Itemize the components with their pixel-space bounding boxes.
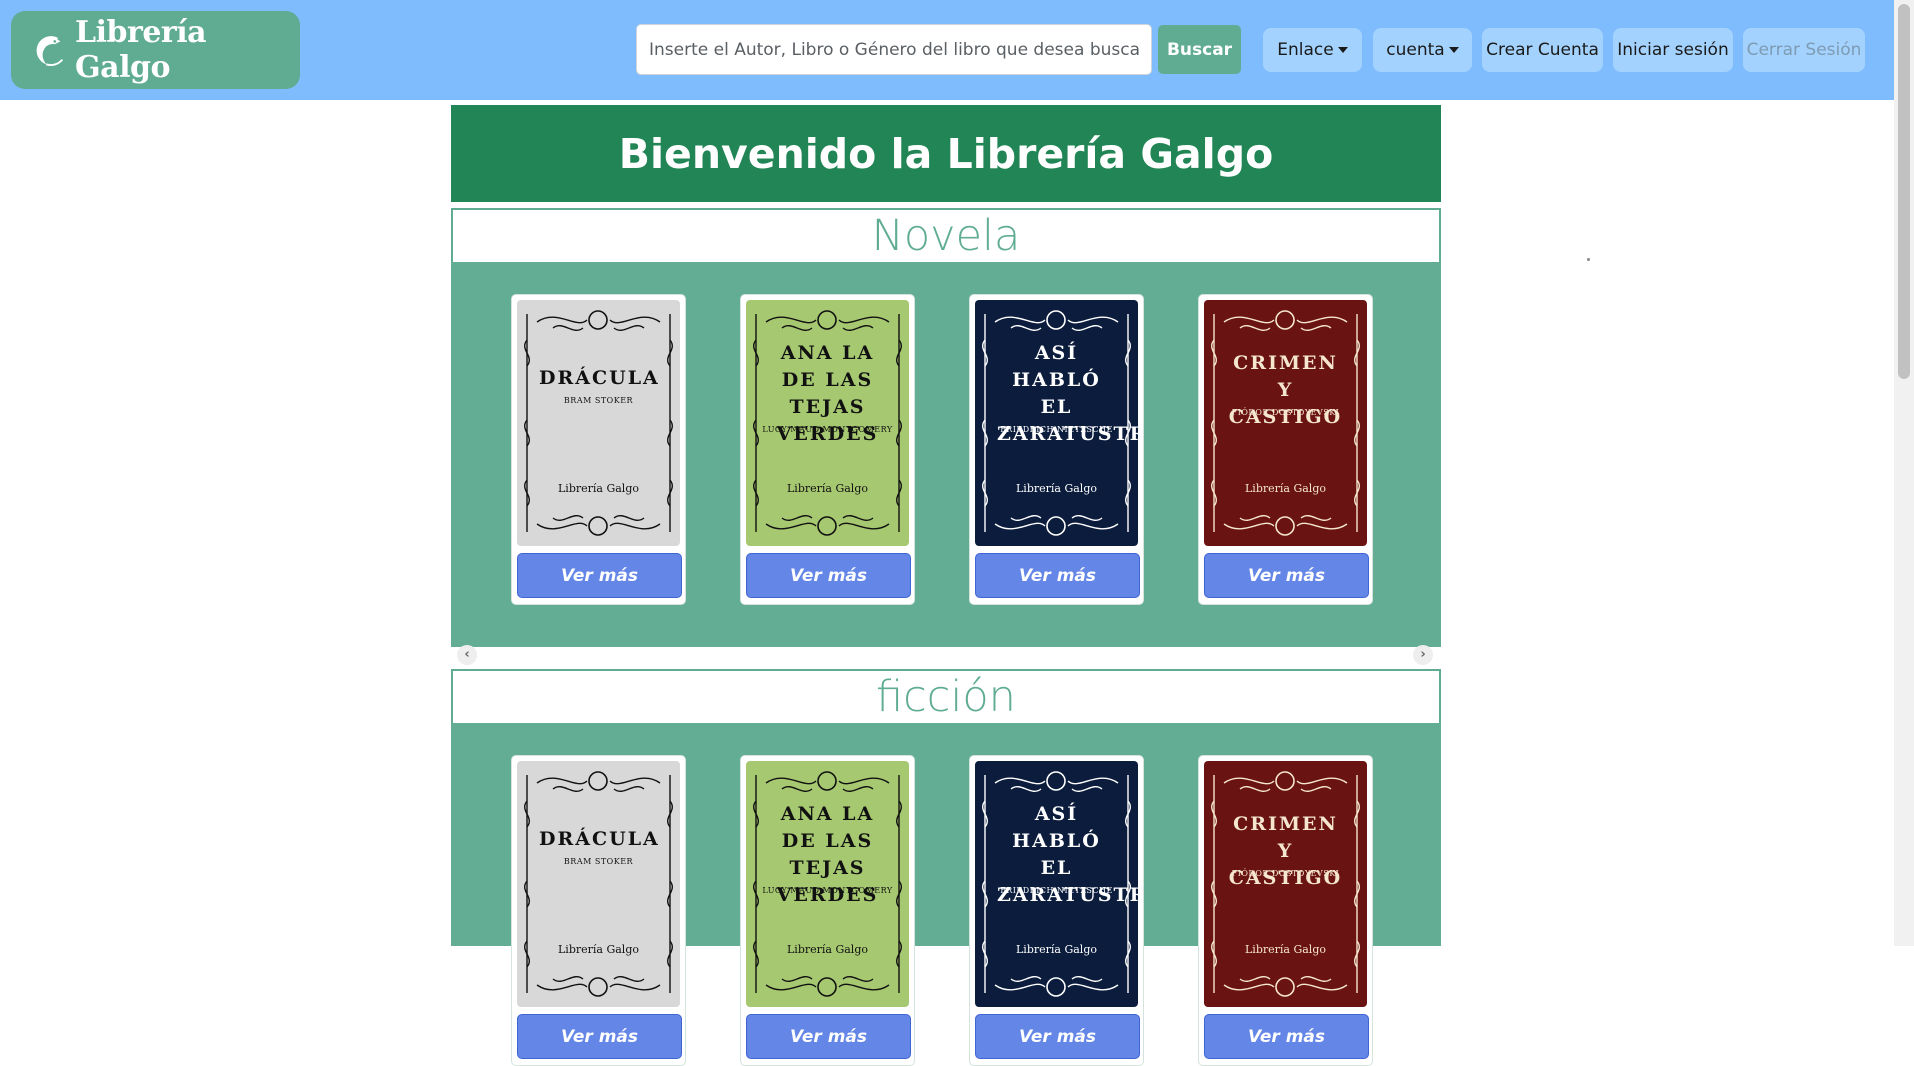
book-author: FIÓDOR DOSTOYEVSKI xyxy=(1231,408,1340,417)
carousel-next-button[interactable]: › xyxy=(1413,645,1433,665)
welcome-title: Bienvenido la Librería Galgo xyxy=(618,129,1274,178)
book-author: FIÓDOR DOSTOYEVSKI xyxy=(1231,869,1340,878)
book-publisher: Librería Galgo xyxy=(558,943,639,956)
book-card: ASÍ HABLÓ EL ZARATUSTRAFRIEDRICH NIETZSC… xyxy=(969,294,1144,605)
brand-logo[interactable]: Librería Galgo xyxy=(11,11,300,89)
cover-ornament xyxy=(524,310,673,536)
ver-mas-button[interactable]: Ver más xyxy=(975,1014,1140,1059)
ver-mas-button[interactable]: Ver más xyxy=(1204,1014,1369,1059)
book-cover[interactable]: CRIMEN Y CASTIGO FIÓDOR DOSTOYEVSKI Librer… xyxy=(1204,761,1367,1007)
section-title: ficción xyxy=(876,672,1016,722)
book-card: CRIMEN Y CASTIGO FIÓDOR DOSTOYEVSKI Librer… xyxy=(1198,294,1373,605)
scrollbar-thumb[interactable] xyxy=(1898,4,1910,379)
book-title: CRIMEN Y CASTIGO xyxy=(1228,352,1343,428)
section-header: ficción xyxy=(451,669,1441,723)
book-title: CRIMEN Y CASTIGO xyxy=(1228,813,1343,889)
book-author: LUCY MAUD MONTGOMERY xyxy=(762,425,893,434)
book-publisher: Librería Galgo xyxy=(1016,943,1097,956)
book-card: ANA LA DE LAS TEJAS VERDES LUCY MAUD MONT… xyxy=(740,755,915,1066)
book-title: DRÁCULA xyxy=(539,367,660,389)
book-publisher: Librería Galgo xyxy=(1245,943,1326,956)
page-scrollbar[interactable] xyxy=(1894,0,1914,946)
cuenta-label: cuenta xyxy=(1386,40,1445,60)
ver-mas-button[interactable]: Ver más xyxy=(746,1014,911,1059)
book-card: DRÁCULA BRAM STOKER Librería Galgo Ver más xyxy=(511,755,686,1066)
caret-down-icon xyxy=(1337,47,1348,53)
book-cover[interactable]: DRÁCULA BRAM STOKER Librería Galgo xyxy=(517,300,680,546)
carousel-prev-button[interactable]: ‹ xyxy=(457,645,477,665)
book-cover[interactable]: ANA LA DE LAS TEJAS VERDES LUCY MAUD MONT… xyxy=(746,761,909,1007)
book-author: BRAM STOKER xyxy=(563,396,634,405)
book-publisher: Librería Galgo xyxy=(787,943,868,956)
book-card: DRÁCULA BRAM STOKER Librería Galgo Ver más xyxy=(511,294,686,605)
ver-mas-button[interactable]: Ver más xyxy=(746,553,911,598)
book-author: LUCY MAUD MONTGOMERY xyxy=(762,886,893,895)
section-header: Novela xyxy=(451,208,1441,262)
enlace-dropdown[interactable]: Enlace xyxy=(1263,28,1362,72)
book-card: CRIMEN Y CASTIGO FIÓDOR DOSTOYEVSKI Librer… xyxy=(1198,755,1373,1066)
section-novela: Novela DRÁCULA BRAM STOKER Librería Galgo V… xyxy=(451,208,1441,665)
book-publisher: Librería Galgo xyxy=(1245,482,1326,495)
cuenta-dropdown[interactable]: cuenta xyxy=(1373,28,1472,72)
search-button[interactable]: Buscar xyxy=(1158,25,1241,74)
cerrar-sesion-link: Cerrar Sesión xyxy=(1743,28,1865,72)
ver-mas-button[interactable]: Ver más xyxy=(1204,553,1369,598)
book-publisher: Librería Galgo xyxy=(787,482,868,495)
book-author: FRIEDRICH NIETZSCHE xyxy=(1000,425,1113,434)
book-card: ANA LA DE LAS TEJAS VERDES LUCY MAUD MONT… xyxy=(740,294,915,605)
ver-mas-button[interactable]: Ver más xyxy=(517,1014,682,1059)
book-publisher: Librería Galgo xyxy=(558,482,639,495)
book-cover[interactable]: ANA LA DE LAS TEJAS VERDES LUCY MAUD MONT… xyxy=(746,300,909,546)
book-author: FRIEDRICH NIETZSCHE xyxy=(1000,886,1113,895)
book-author: BRAM STOKER xyxy=(563,857,634,866)
brand-name: Librería Galgo xyxy=(75,15,207,85)
iniciar-sesion-link[interactable]: Iniciar sesión xyxy=(1613,28,1733,72)
section-title: Novela xyxy=(871,211,1021,261)
book-publisher: Librería Galgo xyxy=(1016,482,1097,495)
book-cover[interactable]: ASÍ HABLÓ EL ZARATUSTRAFRIEDRICH NIETZSC… xyxy=(975,761,1138,1007)
book-carousel: DRÁCULA BRAM STOKER Librería Galgo Ver más … xyxy=(451,723,1441,1066)
book-cover[interactable]: ASÍ HABLÓ EL ZARATUSTRAFRIEDRICH NIETZSC… xyxy=(975,300,1138,546)
book-cover[interactable]: DRÁCULA BRAM STOKER Librería Galgo xyxy=(517,761,680,1007)
enlace-label: Enlace xyxy=(1277,40,1334,60)
book-title: DRÁCULA xyxy=(539,828,660,850)
ver-mas-button[interactable]: Ver más xyxy=(517,553,682,598)
caret-down-icon xyxy=(1448,47,1459,53)
section-ficcion: ficción DRÁCULA BRAM STOKER Librería Galgo… xyxy=(451,669,1441,1066)
top-navbar: Librería Galgo Buscar Enlace cuenta Crea… xyxy=(0,0,1894,100)
book-cover[interactable]: CRIMEN Y CASTIGO FIÓDOR DOSTOYEVSKI Librer… xyxy=(1204,300,1367,546)
welcome-banner: Bienvenido la Librería Galgo xyxy=(451,105,1441,202)
ver-mas-button[interactable]: Ver más xyxy=(975,553,1140,598)
decorative-dot xyxy=(1587,258,1590,261)
crear-cuenta-link[interactable]: Crear Cuenta xyxy=(1482,28,1603,72)
cover-ornament xyxy=(524,771,673,997)
book-card: ASÍ HABLÓ EL ZARATUSTRAFRIEDRICH NIETZSC… xyxy=(969,755,1144,1066)
search-input[interactable] xyxy=(636,24,1152,75)
book-carousel: DRÁCULA BRAM STOKER Librería Galgo Ver más … xyxy=(451,262,1441,665)
galgo-dog-icon xyxy=(36,36,64,66)
